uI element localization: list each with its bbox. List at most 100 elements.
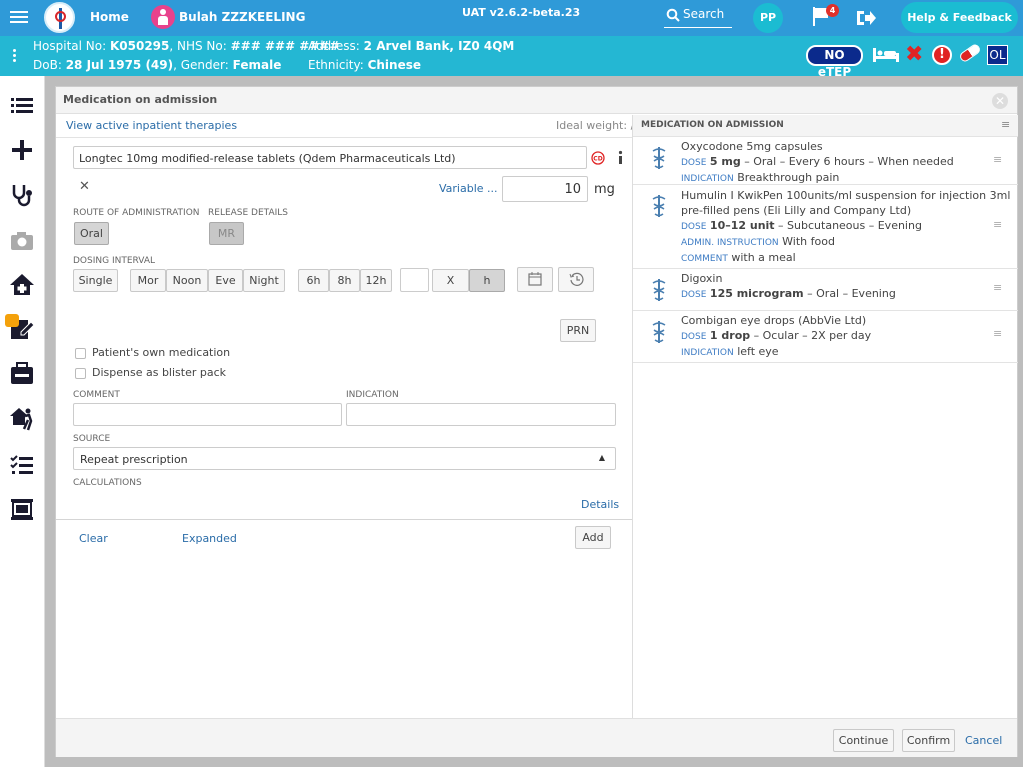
checklist-icon[interactable] <box>9 452 35 478</box>
comment-input[interactable] <box>73 403 342 426</box>
search-button[interactable]: Search <box>664 6 732 28</box>
dosing-interval-label: Dosing interval <box>73 256 156 266</box>
cancel-link[interactable]: Cancel <box>965 734 1002 747</box>
times-button[interactable]: X <box>432 269 469 292</box>
continue-button[interactable]: Continue <box>833 729 894 752</box>
drug-field[interactable]: Longtec 10mg modified-release tablets (Q… <box>73 146 587 169</box>
help-feedback-button[interactable]: Help & Feedback <box>901 2 1018 33</box>
med-name: Oxycodone 5mg capsules <box>681 140 823 153</box>
add-button[interactable]: Add <box>575 526 611 549</box>
logout-icon[interactable] <box>855 9 877 27</box>
patient-banner: Hospital No: K050295, NHS No: ### ### ##… <box>0 36 1023 79</box>
top-bar: Home Bulah ZZZKEELING UAT v2.6.2-beta.23… <box>0 0 1023 36</box>
confirm-button[interactable]: Confirm <box>902 729 955 752</box>
calendar-button[interactable] <box>517 267 553 292</box>
admission-list-header: Medication on admission ≡ <box>633 115 1018 137</box>
caduceus-icon <box>652 195 666 217</box>
list-item[interactable]: Humulin I KwikPen 100units/ml suspension… <box>633 185 1018 269</box>
details-link[interactable]: Details <box>581 498 619 511</box>
patient-name[interactable]: Bulah ZZZKEELING <box>179 10 305 24</box>
item-menu-icon[interactable]: ≡ <box>993 153 1002 166</box>
schedule-button[interactable] <box>558 267 594 292</box>
bed-icon[interactable] <box>872 47 900 63</box>
pill-icon[interactable] <box>958 42 982 64</box>
evening-button[interactable]: Eve <box>208 269 243 292</box>
source-label: Source <box>73 434 111 444</box>
med-name: Humulin I KwikPen 100units/ml suspension… <box>681 189 1011 202</box>
blister-pack-checkbox[interactable] <box>75 368 86 379</box>
alert-x-icon[interactable]: ✖ <box>905 42 923 67</box>
clear-link[interactable]: Clear <box>79 532 108 545</box>
close-icon[interactable]: ✕ <box>992 93 1008 109</box>
list-item[interactable]: Digoxin Dose 125 microgram – Oral – Even… <box>633 269 1018 311</box>
med-name: Combigan eye drops (AbbVie Ltd) <box>681 314 867 327</box>
item-menu-icon[interactable]: ≡ <box>993 281 1002 294</box>
item-menu-icon[interactable]: ≡ <box>993 218 1002 231</box>
user-avatar[interactable]: PP <box>753 3 783 33</box>
dose-input[interactable]: 10 <box>502 176 588 202</box>
variable-link[interactable]: Variable ... <box>439 182 498 195</box>
indication-input[interactable] <box>346 403 616 426</box>
modal-header: Medication on admission ✕ <box>56 87 1017 114</box>
med-dose: Dose 125 microgram – Oral – Evening <box>681 287 896 300</box>
night-button[interactable]: Night <box>243 269 285 292</box>
discharge-icon[interactable] <box>9 406 35 432</box>
med-dose: Dose 1 drop – Ocular – 2X per day <box>681 329 872 342</box>
home-care-icon[interactable] <box>9 272 35 298</box>
medication-modal: Medication on admission ✕ View active in… <box>55 86 1018 757</box>
list-menu-icon[interactable]: ≡ <box>1001 118 1010 131</box>
12h-button[interactable]: 12h <box>360 269 392 292</box>
med-indication: Indication left eye <box>681 345 779 358</box>
morning-button[interactable]: Mor <box>130 269 166 292</box>
prn-button[interactable]: PRN <box>560 319 596 342</box>
list-item[interactable]: Oxycodone 5mg capsules Dose 5 mg – Oral … <box>633 137 1018 185</box>
med-comment: Comment with a meal <box>681 251 796 264</box>
caduceus-icon <box>652 147 666 169</box>
ethnicity-line: Ethnicity: Chinese <box>308 58 422 72</box>
med-dose: Dose 5 mg – Oral – Every 6 hours – When … <box>681 155 954 168</box>
item-menu-icon[interactable]: ≡ <box>993 327 1002 340</box>
blister-pack-label: Dispense as blister pack <box>92 366 227 379</box>
8h-button[interactable]: 8h <box>329 269 360 292</box>
stethoscope-icon[interactable] <box>9 182 35 208</box>
med-dose: Dose 10–12 unit – Subcutaneous – Evening <box>681 219 922 232</box>
source-value: Repeat prescription <box>80 453 188 466</box>
view-active-therapies-link[interactable]: View active inpatient therapies <box>66 119 237 132</box>
med-indication: Indication Breakthrough pain <box>681 171 840 184</box>
admission-list-title: Medication on admission <box>641 120 784 130</box>
camera-icon[interactable] <box>9 228 35 254</box>
source-select[interactable]: Repeat prescription ▲ <box>73 447 616 470</box>
flag-icon[interactable]: 4 <box>810 4 839 27</box>
route-oral-button[interactable]: Oral <box>74 222 109 245</box>
interval-input[interactable] <box>400 268 429 292</box>
add-icon[interactable] <box>9 137 35 163</box>
med-name-cont: pre-filled pens (Eli Lilly and Company L… <box>681 204 912 217</box>
menu-icon[interactable] <box>10 8 28 26</box>
single-button[interactable]: Single <box>73 269 118 292</box>
release-label: Release details <box>208 208 289 218</box>
caret-up-icon: ▲ <box>598 453 605 462</box>
more-options-icon[interactable] <box>13 49 16 64</box>
clear-drug-icon[interactable]: ✕ <box>79 179 90 194</box>
divider <box>56 519 632 520</box>
medical-bag-icon[interactable] <box>9 361 35 387</box>
patients-own-label: Patient's own medication <box>92 346 231 359</box>
hours-button[interactable]: h <box>469 269 505 292</box>
left-nav <box>0 76 45 767</box>
release-mr-button[interactable]: MR <box>209 222 244 245</box>
list-icon[interactable] <box>9 93 35 119</box>
divider <box>56 137 632 138</box>
patients-own-checkbox[interactable] <box>75 348 86 359</box>
list-item[interactable]: Combigan eye drops (AbbVie Ltd) Dose 1 d… <box>633 311 1018 363</box>
route-label: Route of administration <box>73 208 200 218</box>
no-etep-badge[interactable]: NO eTEP <box>806 45 863 79</box>
expanded-link[interactable]: Expanded <box>182 532 237 545</box>
ol-badge[interactable]: OL <box>987 45 1008 65</box>
whiteboard-icon[interactable] <box>9 496 35 522</box>
warning-icon[interactable]: ! <box>932 45 952 65</box>
home-link[interactable]: Home <box>90 10 129 24</box>
noon-button[interactable]: Noon <box>166 269 208 292</box>
app-logo[interactable] <box>44 2 75 33</box>
6h-button[interactable]: 6h <box>298 269 329 292</box>
info-icon[interactable] <box>616 150 624 165</box>
